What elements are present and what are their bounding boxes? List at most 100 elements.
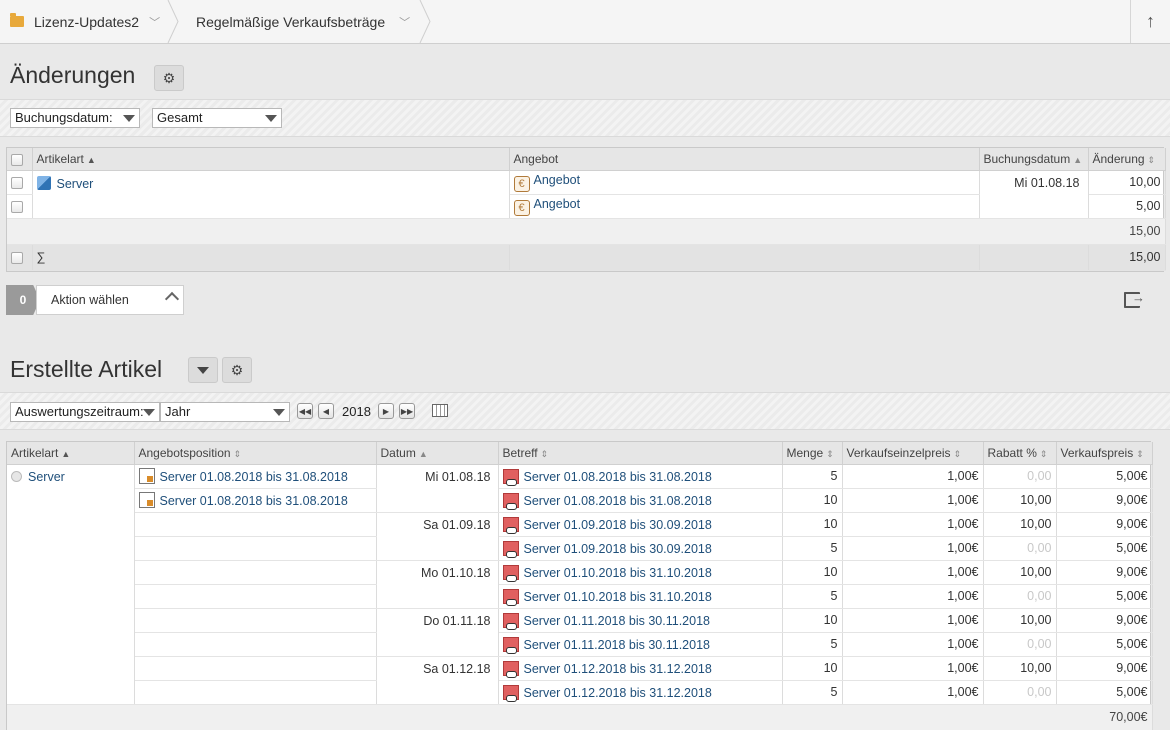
column-header-artikelart[interactable]: Artikelart ▲ xyxy=(7,442,135,465)
table-row[interactable]: Sa 01.12.18 Server 01.12.2018 bis 31.12.2… xyxy=(7,656,1153,705)
checkbox[interactable] xyxy=(11,200,23,213)
header-label: Angebot xyxy=(513,151,559,166)
rabatt-cell: 10,00 xyxy=(983,656,1057,681)
table-row[interactable]: Do 01.11.18 Server 01.11.2018 bis 30.11.2… xyxy=(7,608,1153,657)
angebot-cell[interactable]: € Angebot xyxy=(509,170,980,195)
period-unit-select[interactable]: Jahr xyxy=(160,402,290,422)
evaluation-period-select[interactable]: Auswertungszeitraum: xyxy=(10,402,160,422)
next-period-button[interactable]: ▶ xyxy=(378,403,394,419)
chevron-down-icon[interactable]: ﹀ xyxy=(149,14,160,30)
angebotsposition-cell[interactable]: Server 01.08.2018 bis 31.08.2018 xyxy=(134,488,377,513)
table-row[interactable]: Server 01.11.2018 bis 30.11.2018 5 1,00€ 0,… xyxy=(7,632,1153,657)
row-checkbox-cell[interactable] xyxy=(7,170,33,195)
betreff-cell[interactable]: Server 01.11.2018 bis 30.11.2018 xyxy=(498,608,783,633)
booking-date-field-select[interactable]: Buchungsdatum: xyxy=(10,108,140,128)
betreff-link[interactable]: Server 01.08.2018 bis 31.08.2018 xyxy=(524,494,712,508)
column-header-angebot[interactable]: Angebot xyxy=(509,148,980,171)
previous-period-button[interactable]: ◀ xyxy=(318,403,334,419)
table-row[interactable]: Sa 01.09.18 Server 01.09.2018 bis 30.09.2… xyxy=(7,512,1153,561)
column-header-verkaufspreis[interactable]: Verkaufspreis ⇕ xyxy=(1056,442,1153,465)
verkaufseinzelpreis-cell: 1,00€ xyxy=(842,632,984,657)
angebot-cell[interactable]: € Angebot xyxy=(509,194,980,219)
select-all-checkbox-cell[interactable] xyxy=(7,148,33,171)
column-header-angebotsposition[interactable]: Angebotsposition ⇕ xyxy=(134,442,377,465)
sigma-row: ∑ 15,00 xyxy=(7,243,1166,271)
betreff-cell[interactable]: Server 01.09.2018 bis 30.09.2018 xyxy=(498,536,783,561)
artikelart-cell[interactable]: Server xyxy=(32,170,510,219)
artikelart-link[interactable]: Server xyxy=(28,470,65,484)
betreff-cell[interactable]: Server 01.09.2018 bis 30.09.2018 xyxy=(498,512,783,537)
betreff-link[interactable]: Server 01.10.2018 bis 31.10.2018 xyxy=(524,590,712,604)
angebotsposition-cell[interactable] xyxy=(134,560,377,585)
betreff-cell[interactable]: Server 01.11.2018 bis 30.11.2018 xyxy=(498,632,783,657)
calendar-icon[interactable] xyxy=(432,404,448,417)
betreff-link[interactable]: Server 01.11.2018 bis 30.11.2018 xyxy=(524,614,710,628)
betreff-link[interactable]: Server 01.08.2018 bis 31.08.2018 xyxy=(524,470,712,484)
angebotsposition-cell[interactable] xyxy=(134,536,377,561)
angebotsposition-cell[interactable] xyxy=(134,656,377,681)
checkbox[interactable] xyxy=(11,153,23,166)
breadcrumb-item-verkaufsbetraege[interactable]: Regelmäßige Verkaufsbeträge ﹀ xyxy=(196,0,410,43)
artikelart-group-cell[interactable]: Server xyxy=(7,464,135,705)
verkaufspreis-cell: 9,00€ xyxy=(1056,656,1153,681)
angebotsposition-cell[interactable] xyxy=(134,584,377,609)
angebotsposition-cell[interactable] xyxy=(134,608,377,633)
first-period-button[interactable]: ◀◀ xyxy=(297,403,313,419)
angebotsposition-link[interactable]: Server 01.08.2018 bis 31.08.2018 xyxy=(160,470,348,484)
top-bar: Lizenz-Updates2 ﹀ Regelmäßige Verkaufsbe… xyxy=(0,0,1170,44)
angebotsposition-cell[interactable] xyxy=(134,680,377,705)
export-icon[interactable] xyxy=(1124,290,1145,308)
row-checkbox-cell[interactable] xyxy=(7,194,33,219)
betreff-cell[interactable]: Server 01.10.2018 bis 31.10.2018 xyxy=(498,584,783,609)
column-header-buchungsdatum[interactable]: Buchungsdatum ▲ xyxy=(979,148,1089,171)
betreff-link[interactable]: Server 01.09.2018 bis 30.09.2018 xyxy=(524,518,712,532)
angebotsposition-cell[interactable]: Server 01.08.2018 bis 31.08.2018 xyxy=(134,464,377,489)
gear-icon: ⚙ xyxy=(230,361,244,378)
angebot-link[interactable]: Angebot xyxy=(534,173,581,187)
booking-date-range-select[interactable]: Gesamt xyxy=(152,108,282,128)
betreff-cell[interactable]: Server 01.12.2018 bis 31.12.2018 xyxy=(498,656,783,681)
table-row[interactable]: Server Server 01.08.2018 bis 31.08.2018 Mi… xyxy=(7,464,1153,705)
betreff-link[interactable]: Server 01.10.2018 bis 31.10.2018 xyxy=(524,566,712,580)
column-header-menge[interactable]: Menge ⇕ xyxy=(782,442,843,465)
navigate-up-button[interactable]: ↑ xyxy=(1130,0,1170,43)
changes-settings-button[interactable]: ⚙ xyxy=(154,65,184,91)
last-period-button[interactable]: ▶▶ xyxy=(399,403,415,419)
articles-dropdown-button[interactable] xyxy=(188,357,218,383)
betreff-cell[interactable]: Server 01.10.2018 bis 31.10.2018 xyxy=(498,560,783,585)
angebotsposition-cell[interactable] xyxy=(134,632,377,657)
action-selector[interactable]: 0 Aktion wählen xyxy=(6,285,184,315)
right-icon: ▶ xyxy=(382,406,390,416)
column-header-artikelart[interactable]: Artikelart ▲ xyxy=(32,148,510,171)
betreff-link[interactable]: Server 01.12.2018 bis 31.12.2018 xyxy=(524,662,712,676)
betreff-cell[interactable]: Server 01.08.2018 bis 31.08.2018 xyxy=(498,488,783,513)
betreff-link[interactable]: Server 01.11.2018 bis 30.11.2018 xyxy=(524,638,710,652)
table-row[interactable]: Server 01.12.2018 bis 31.12.2018 5 1,00€ 0,… xyxy=(7,680,1153,705)
choose-action-button[interactable]: Aktion wählen xyxy=(36,285,184,315)
angebot-link[interactable]: Angebot xyxy=(534,197,581,211)
betreff-cell[interactable]: Server 01.08.2018 bis 31.08.2018 xyxy=(498,464,783,489)
table-row[interactable]: Server € Angebot Mi 01.08.18 10,00 xyxy=(7,170,1166,219)
table-row[interactable]: Server 01.08.2018 bis 31.08.2018 Server 0… xyxy=(7,488,1153,513)
angebotsposition-link[interactable]: Server 01.08.2018 bis 31.08.2018 xyxy=(160,494,348,508)
sigma-checkbox-cell[interactable] xyxy=(7,243,33,271)
betreff-cell[interactable]: Server 01.12.2018 bis 31.12.2018 xyxy=(498,680,783,705)
radio-icon[interactable] xyxy=(11,470,22,482)
betreff-link[interactable]: Server 01.09.2018 bis 30.09.2018 xyxy=(524,542,712,556)
column-header-datum[interactable]: Datum ▲ xyxy=(376,442,499,465)
artikelart-link[interactable]: Server xyxy=(57,177,94,191)
column-header-verkaufseinzelpreis[interactable]: Verkaufseinzelpreis ⇕ xyxy=(842,442,984,465)
articles-settings-button[interactable]: ⚙ xyxy=(222,357,252,383)
table-row[interactable]: Server 01.09.2018 bis 30.09.2018 5 1,00€ 0,… xyxy=(7,536,1153,561)
chevron-down-icon[interactable]: ﹀ xyxy=(399,14,410,30)
checkbox[interactable] xyxy=(11,176,23,189)
column-header-rabatt[interactable]: Rabatt % ⇕ xyxy=(983,442,1057,465)
checkbox[interactable] xyxy=(11,251,23,264)
table-row[interactable]: Server 01.10.2018 bis 31.10.2018 5 1,00€ 0,… xyxy=(7,584,1153,609)
column-header-betreff[interactable]: Betreff ⇕ xyxy=(498,442,783,465)
column-header-aenderung[interactable]: Änderung ⇕ xyxy=(1088,148,1166,171)
betreff-link[interactable]: Server 01.12.2018 bis 31.12.2018 xyxy=(524,686,712,700)
table-row[interactable]: Mo 01.10.18 Server 01.10.2018 bis 31.10.2… xyxy=(7,560,1153,609)
angebotsposition-cell[interactable] xyxy=(134,512,377,537)
breadcrumb-item-lizenz-updates[interactable]: Lizenz-Updates2 ﹀ xyxy=(10,0,160,43)
